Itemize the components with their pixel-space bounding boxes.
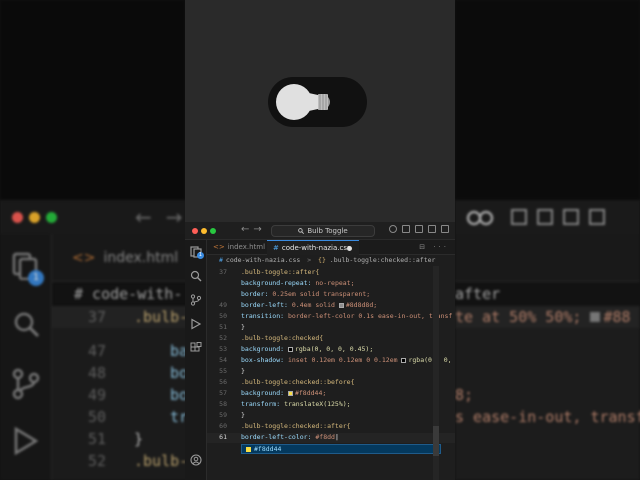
background-code: 37.bulb- 47ba 48bo 49bo 50tra 51} 52.bul… — [52, 306, 185, 480]
search-icon — [298, 228, 305, 234]
background-layout-icons — [511, 209, 605, 225]
code-line: 60 .bulb-toggle:checked::after{ — [219, 422, 351, 430]
tab-code-with-nazia-css[interactable]: # code-with-nazia.css — [267, 240, 359, 255]
minimize-dot-icon — [29, 212, 40, 223]
selector-icon: {} — [318, 256, 326, 264]
copilot-icon — [466, 210, 494, 226]
editor-titlebar: ←→ Bulb Toggle — [185, 222, 455, 240]
color-swatch[interactable] — [287, 346, 293, 352]
split-editor-icon[interactable]: ⊟ ··· — [419, 243, 449, 251]
run-debug-icon[interactable] — [190, 318, 202, 330]
background-badge: 1 — [28, 270, 44, 286]
close-dot-icon — [12, 212, 23, 223]
code-line: 57 background: #f8dd44; — [219, 389, 327, 397]
scrollbar-thumb[interactable] — [433, 426, 439, 456]
code-line: border: 0.25em solid transparent; — [241, 290, 371, 298]
breadcrumb[interactable]: # code-with-nazia.css > {} .bulb-toggle:c… — [207, 255, 455, 266]
code-line: 58 transform: translateX(125%); — [219, 400, 351, 408]
code-line: background-repeat: no-repeat; — [241, 279, 355, 287]
explorer-badge: 1 — [197, 252, 204, 259]
background-activity-bar: 1 — [0, 234, 52, 480]
color-swatch[interactable] — [401, 357, 407, 363]
layout-controls — [389, 225, 449, 233]
background-tab: <> index.html — [72, 250, 179, 266]
tab-index-html[interactable]: <> index.html — [207, 240, 267, 255]
code-line: 56 .bulb-toggle:checked::before{ — [219, 378, 355, 386]
source-control-icon[interactable] — [190, 294, 202, 306]
html-file-icon: <> — [72, 250, 96, 266]
code-line-active: 61 border-left-color: #f8dd| — [207, 433, 455, 443]
maximize-dot-icon[interactable] — [210, 228, 216, 234]
background-snippet-1: te at 50% 50%; #88 — [455, 308, 631, 326]
color-swatch[interactable] — [287, 390, 293, 396]
nav-arrows-icon[interactable]: ←→ — [241, 224, 266, 235]
close-dot-icon[interactable] — [192, 228, 198, 234]
code-editor[interactable]: 37 .bulb-toggle::after{ background-repeat… — [207, 266, 455, 480]
minimize-dot-icon[interactable] — [201, 228, 207, 234]
code-line: 52 .bulb-toggle:checked{ — [219, 334, 324, 342]
css-file-icon: # — [219, 256, 223, 264]
secondary-sidebar-icon[interactable] — [441, 225, 449, 233]
css-file-icon: # — [273, 244, 279, 252]
lightbulb-icon — [276, 84, 330, 120]
layout-icon[interactable] — [402, 225, 410, 233]
panel-toggle-icon — [563, 209, 579, 225]
background-breadcrumb-right: after — [455, 285, 501, 303]
sidebar-toggle-icon — [537, 209, 553, 225]
layout-icon — [511, 209, 527, 225]
search-icon — [14, 312, 40, 338]
search-icon[interactable] — [190, 270, 202, 282]
command-search-label: Bulb Toggle — [307, 227, 348, 235]
scrollbar[interactable] — [433, 266, 439, 480]
account-icon[interactable] — [190, 454, 202, 466]
secondary-sidebar-icon — [589, 209, 605, 225]
copilot-icon[interactable] — [389, 225, 397, 233]
code-line: 59} — [219, 411, 245, 419]
activity-bar — [185, 240, 207, 480]
maximize-dot-icon — [46, 212, 57, 223]
sidebar-toggle-icon[interactable] — [415, 225, 423, 233]
background-breadcrumb: # code-with- — [74, 285, 183, 303]
source-control-icon — [12, 368, 40, 400]
code-line: 37 .bulb-toggle::after{ — [219, 268, 320, 276]
background-editor-left: ←→ 1 <>index.html # code-with- — [0, 0, 185, 480]
background-window-controls — [12, 212, 57, 223]
background-snippet-2: 8; — [455, 386, 474, 404]
color-swatch[interactable] — [338, 302, 344, 308]
background-snippet-3: s ease-in-out, transf — [455, 408, 640, 426]
background-nav-arrows-icon: ←→ — [135, 205, 183, 229]
code-line: 55} — [219, 367, 245, 375]
command-search[interactable]: Bulb Toggle — [271, 225, 375, 237]
code-line: 49 border-left: 0.4em solid #8d8d8d; — [219, 301, 378, 309]
html-file-icon: <> — [213, 243, 225, 251]
editor-tabs: <> index.html # code-with-nazia.css ⊟ ··· — [207, 240, 455, 255]
code-line: 51} — [219, 323, 245, 331]
panel-toggle-icon[interactable] — [428, 225, 436, 233]
unsaved-dot-icon — [347, 246, 352, 251]
extensions-icon[interactable] — [190, 342, 202, 354]
autocomplete-suggestion[interactable]: #f8dd44 — [241, 444, 441, 454]
video-panel: ←→ Bulb Toggle 1 <> index.html # code-wi… — [185, 0, 455, 480]
bulb-toggle-switch[interactable] — [268, 77, 367, 127]
code-line: 53 background: rgba(0, 0, 0, 0.45); — [219, 345, 374, 353]
run-debug-icon — [14, 426, 39, 456]
code-line: 50 transition: border-left-color 0.1s eas… — [219, 312, 453, 320]
window-controls — [192, 228, 216, 234]
background-editor-right: after te at 50% 50%; #88 8; s ease-in-ou… — [455, 0, 640, 480]
preview-area — [185, 0, 455, 222]
code-line: 54 box-shadow: inset 0.12em 0.12em 0 0.12… — [219, 356, 452, 364]
color-swatch — [246, 446, 251, 452]
